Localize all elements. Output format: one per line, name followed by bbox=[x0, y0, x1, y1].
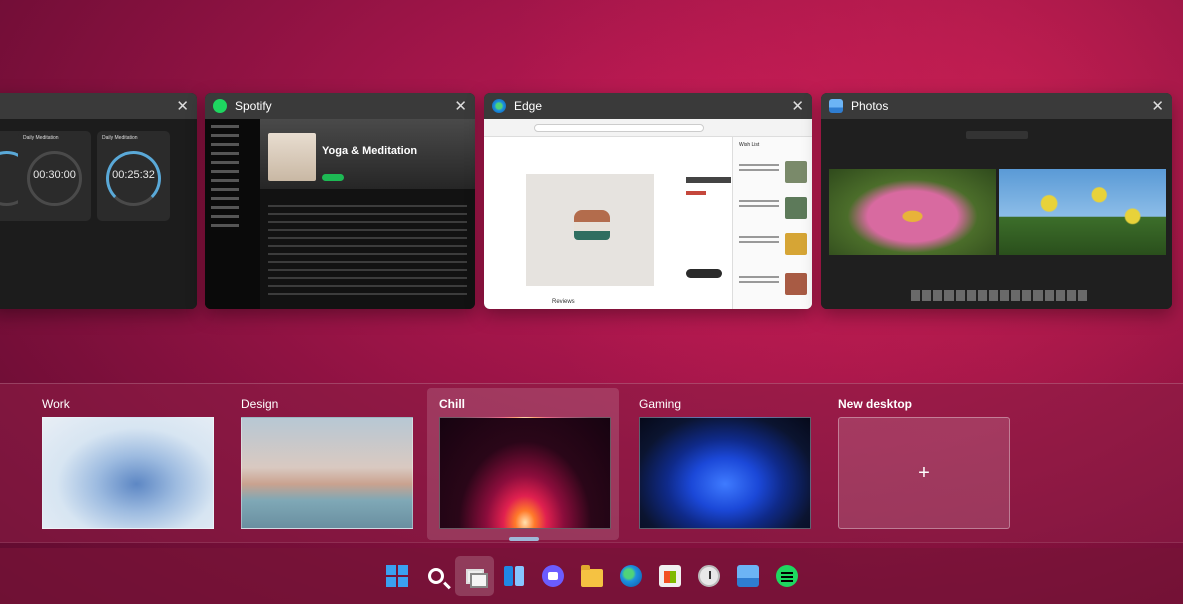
file-explorer-button[interactable] bbox=[572, 556, 611, 596]
store-button[interactable] bbox=[650, 556, 689, 596]
desktop-work[interactable]: Work bbox=[30, 384, 222, 539]
wish-list-panel: Wish List bbox=[732, 137, 812, 309]
start-button[interactable] bbox=[377, 556, 416, 596]
spotify-window-thumbnail[interactable]: Spotify ✕ Yoga & Meditation bbox=[205, 93, 475, 309]
edge-window-titlebar: Edge ✕ bbox=[484, 93, 812, 119]
list-item bbox=[739, 273, 807, 295]
edge-button[interactable] bbox=[611, 556, 650, 596]
chat-icon bbox=[541, 565, 564, 587]
timer-time: 00:25:32 bbox=[112, 169, 155, 181]
close-icon[interactable]: ✕ bbox=[1151, 99, 1164, 114]
timer-label: Daily Meditation bbox=[23, 135, 59, 141]
clock-icon bbox=[697, 565, 720, 587]
edge-window-content: Reviews Wish List bbox=[484, 119, 812, 309]
new-desktop[interactable]: New desktop + bbox=[826, 384, 1018, 539]
playlist-cover bbox=[268, 133, 316, 181]
desktop-thumbnail[interactable] bbox=[639, 417, 811, 529]
list-item bbox=[739, 197, 807, 219]
flower-photo bbox=[829, 169, 996, 255]
edge-icon bbox=[492, 99, 506, 113]
spotify-icon bbox=[213, 99, 227, 113]
photos-toolbar bbox=[966, 131, 1028, 139]
widgets-icon bbox=[503, 565, 525, 587]
desktop-label: Chill bbox=[439, 397, 465, 411]
close-icon[interactable]: ✕ bbox=[176, 99, 189, 114]
task-view-button[interactable] bbox=[455, 556, 494, 596]
store-icon bbox=[658, 565, 681, 587]
photos-window-title: Photos bbox=[851, 99, 889, 113]
close-icon[interactable]: ✕ bbox=[791, 99, 804, 114]
filmstrip bbox=[911, 290, 1087, 301]
taskbar bbox=[0, 548, 1183, 604]
sweater-image bbox=[574, 210, 610, 240]
file-explorer-icon bbox=[580, 565, 603, 587]
timer-card: Daily Meditation 00:30:00 bbox=[18, 131, 91, 221]
list-item bbox=[739, 233, 807, 255]
desktop-design[interactable]: Design bbox=[229, 384, 421, 539]
edge-window-thumbnail[interactable]: Edge ✕ Reviews Wish List bbox=[484, 93, 812, 309]
desktop-gaming[interactable]: Gaming bbox=[627, 384, 819, 539]
desktop-thumbnail[interactable] bbox=[241, 417, 413, 529]
windows-start-icon bbox=[385, 565, 408, 587]
reviews-heading: Reviews bbox=[552, 299, 575, 305]
product-price bbox=[686, 191, 706, 195]
clock-window-content: Daily Meditation 00:30:00 Daily Meditati… bbox=[0, 119, 197, 309]
desktop-label: Work bbox=[42, 397, 70, 411]
timer-card: Daily Meditation 00:25:32 bbox=[97, 131, 170, 221]
field-photo bbox=[999, 169, 1166, 255]
chat-button[interactable] bbox=[533, 556, 572, 596]
photos-button[interactable] bbox=[728, 556, 767, 596]
address-bar bbox=[534, 124, 704, 132]
spotify-icon bbox=[775, 565, 798, 587]
desktop-thumbnail[interactable] bbox=[439, 417, 611, 529]
product-image bbox=[526, 174, 654, 286]
spotify-track-list bbox=[260, 199, 475, 309]
browser-toolbar bbox=[484, 119, 812, 137]
close-icon[interactable]: ✕ bbox=[454, 99, 467, 114]
task-view-icon bbox=[464, 565, 488, 588]
desktop-label: Design bbox=[241, 397, 279, 411]
spotify-sidebar bbox=[205, 119, 260, 309]
play-button bbox=[322, 174, 344, 181]
site-logo bbox=[529, 147, 557, 169]
desktop-chill[interactable]: Chill bbox=[427, 388, 619, 540]
timer-time: 00:30:00 bbox=[33, 169, 76, 181]
product-title bbox=[686, 177, 731, 183]
wish-list-title: Wish List bbox=[739, 142, 760, 148]
active-desktop-indicator bbox=[509, 537, 539, 541]
clock-button[interactable] bbox=[689, 556, 728, 596]
timer-label: Daily Meditation bbox=[102, 135, 138, 141]
virtual-desktops-bar: Work Design Chill Gaming New desktop + bbox=[0, 383, 1183, 543]
desktop-label: Gaming bbox=[639, 397, 682, 411]
playlist-title: Yoga & Meditation bbox=[322, 145, 418, 157]
photos-window-thumbnail[interactable]: Photos ✕ bbox=[821, 93, 1172, 309]
spotify-window-titlebar: Spotify ✕ bbox=[205, 93, 475, 119]
add-to-cart-button bbox=[686, 269, 722, 278]
edge-icon bbox=[619, 565, 642, 587]
spotify-window-title: Spotify bbox=[235, 99, 272, 113]
plus-icon: + bbox=[918, 461, 930, 484]
search-button[interactable] bbox=[416, 556, 455, 596]
widgets-button[interactable] bbox=[494, 556, 533, 596]
desktop-thumbnail[interactable] bbox=[42, 417, 214, 529]
spotify-window-content: Yoga & Meditation bbox=[205, 119, 475, 309]
list-item bbox=[739, 161, 807, 183]
photos-icon bbox=[829, 99, 843, 113]
photos-icon bbox=[736, 565, 759, 587]
spotify-playlist-header: Yoga & Meditation bbox=[260, 119, 475, 189]
clock-window-titlebar: ✕ bbox=[0, 93, 197, 119]
edge-window-title: Edge bbox=[514, 99, 543, 113]
photos-window-titlebar: Photos ✕ bbox=[821, 93, 1172, 119]
new-desktop-button[interactable]: + bbox=[838, 417, 1010, 529]
clock-window-thumbnail[interactable]: ✕ Daily Meditation 00:30:00 Daily Medita… bbox=[0, 93, 197, 309]
spotify-button[interactable] bbox=[767, 556, 806, 596]
new-desktop-label: New desktop bbox=[838, 397, 913, 411]
photos-window-content bbox=[821, 119, 1172, 309]
search-icon bbox=[427, 568, 444, 584]
